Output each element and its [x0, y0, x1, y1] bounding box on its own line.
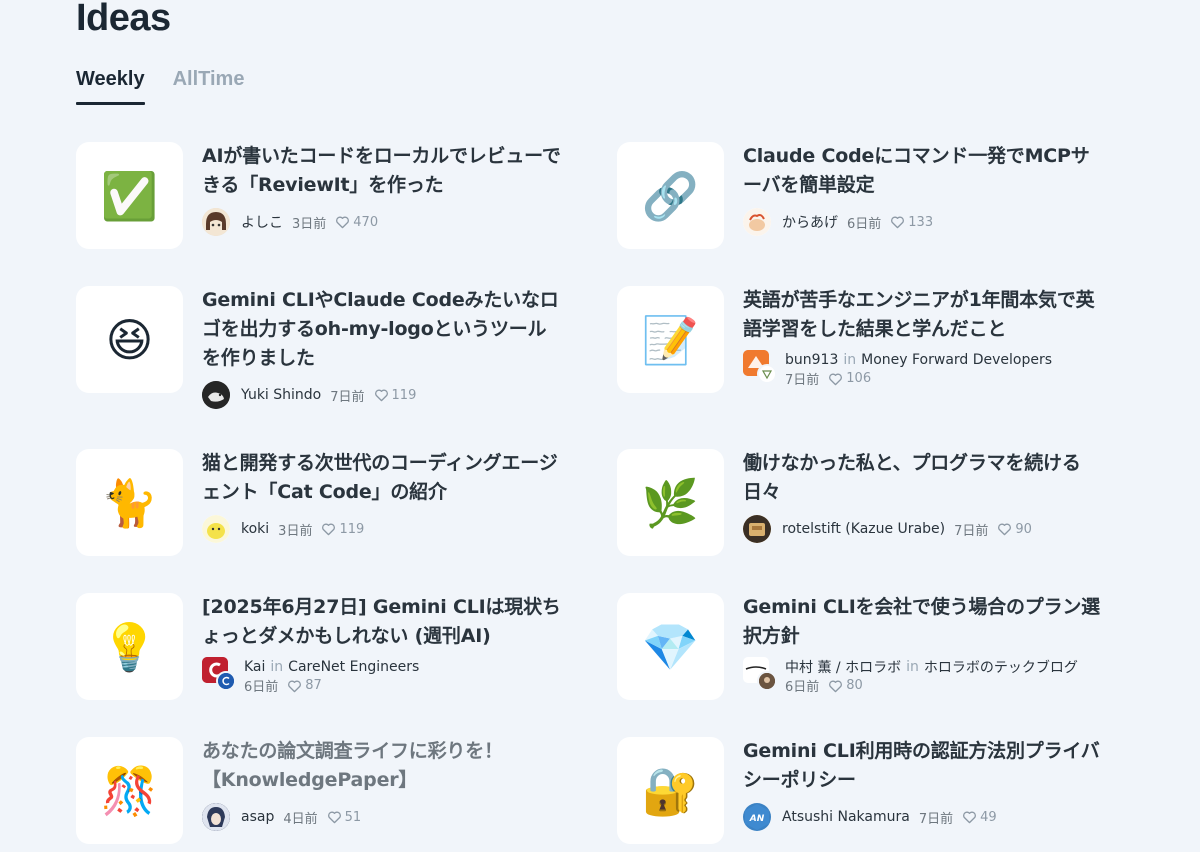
- article-card[interactable]: 🔗 Claude Codeにコマンド一発でMCPサーバを簡単設定 からあげ 6日…: [617, 142, 1117, 252]
- author-name[interactable]: Yuki Shindo: [241, 387, 321, 403]
- article-title[interactable]: 猫と開発する次世代のコーディングエージェント「Cat Code」の紹介: [202, 449, 562, 507]
- published-date: 3日前: [292, 216, 327, 232]
- article-title[interactable]: Claude Codeにコマンド一発でMCPサーバを簡単設定: [743, 142, 1103, 200]
- heart-icon: [288, 680, 302, 692]
- link-icon: 🔗: [617, 142, 724, 249]
- likes-count: 470: [335, 215, 378, 230]
- published-date: 6日前: [847, 216, 882, 232]
- avatar[interactable]: [202, 803, 230, 831]
- published-date: 6日前: [785, 680, 820, 695]
- published-date: 6日前: [244, 680, 279, 695]
- avatar[interactable]: [202, 515, 230, 543]
- tab-bar: Weekly AllTime: [76, 64, 272, 106]
- confetti-ball-icon: 🎊: [76, 737, 183, 844]
- likes-count: 51: [327, 810, 361, 825]
- avatar[interactable]: AN: [743, 803, 771, 831]
- author-name[interactable]: よしこ: [241, 212, 283, 232]
- author-name[interactable]: rotelstift (Kazue Urabe): [782, 521, 945, 537]
- likes-count: 119: [374, 388, 416, 403]
- heart-icon: [829, 680, 843, 692]
- publication-logo[interactable]: [202, 657, 236, 691]
- publication-name[interactable]: ホロラボのテックブログ: [924, 657, 1078, 677]
- author-name[interactable]: Atsushi Nakamura: [782, 809, 910, 825]
- author-name[interactable]: からあげ: [782, 212, 838, 232]
- likes-count: 106: [828, 371, 871, 386]
- published-date: 7日前: [785, 373, 820, 388]
- heart-icon: [963, 811, 977, 824]
- publication-logo[interactable]: [743, 657, 777, 691]
- article-title[interactable]: 英語が苦手なエンジニアが1年間本気で英語学習をした結果と学んだこと: [743, 286, 1103, 344]
- publication-logo[interactable]: [743, 350, 777, 384]
- likes-count: 80: [828, 678, 863, 693]
- heart-icon: [322, 523, 336, 536]
- article-card[interactable]: 🔐 Gemini CLI利用時の認証方法別プライバシーポリシー AN Atsus…: [617, 737, 1117, 847]
- article-title[interactable]: Gemini CLIを会社で使う場合のプラン選択方針: [743, 593, 1103, 651]
- memo-icon: 📝: [617, 286, 724, 393]
- article-card[interactable]: 😆 Gemini CLIやClaude Codeみたいなロゴを出力するoh-my…: [76, 286, 576, 409]
- author-name[interactable]: asap: [241, 809, 274, 825]
- in-label: in: [843, 351, 857, 368]
- cat-icon: 🐈: [76, 449, 183, 556]
- article-title[interactable]: Gemini CLIやClaude Codeみたいなロゴを出力するoh-my-l…: [202, 286, 562, 373]
- article-card[interactable]: 🐈 猫と開発する次世代のコーディングエージェント「Cat Code」の紹介 ko…: [76, 449, 576, 559]
- author-name[interactable]: bun913: [785, 352, 838, 368]
- avatar[interactable]: [202, 208, 230, 236]
- article-card[interactable]: 💡 [2025年6月27日] Gemini CLIは現状ちょっとダメかもしれない…: [76, 593, 576, 703]
- author-name[interactable]: Kai: [244, 659, 265, 675]
- published-date: 7日前: [330, 389, 365, 405]
- laughing-face-icon: 😆: [76, 286, 183, 393]
- in-label: in: [906, 658, 919, 675]
- avatar[interactable]: [202, 381, 230, 409]
- avatar: [757, 671, 777, 691]
- lock-with-key-icon: 🔐: [617, 737, 724, 844]
- likes-count: 87: [287, 678, 322, 693]
- heart-icon: [998, 523, 1012, 536]
- heart-icon: [891, 216, 905, 229]
- heart-icon: [327, 811, 341, 824]
- avatar: [757, 364, 777, 384]
- likes-count: 49: [962, 810, 997, 825]
- article-title[interactable]: あなたの論文調査ライフに彩りを！【KnowledgePaper】: [202, 737, 562, 795]
- page-title: Ideas: [76, 0, 171, 39]
- article-card[interactable]: 💎 Gemini CLIを会社で使う場合のプラン選択方針 中村 薫 / ホロラボ…: [617, 593, 1117, 703]
- check-mark-icon: ✅: [76, 142, 183, 249]
- published-date: 7日前: [954, 523, 989, 539]
- in-label: in: [270, 658, 284, 675]
- article-card[interactable]: 🌿 働けなかった私と、プログラマを続ける日々 rotelstift (Kazue…: [617, 449, 1117, 559]
- article-card[interactable]: ✅ AIが書いたコードをローカルでレビューできる「ReviewIt」を作った よ…: [76, 142, 576, 252]
- gem-icon: 💎: [617, 593, 724, 700]
- published-date: 3日前: [278, 523, 313, 539]
- article-card[interactable]: 📝 英語が苦手なエンジニアが1年間本気で英語学習をした結果と学んだこと bun9…: [617, 286, 1117, 396]
- heart-icon: [374, 389, 388, 402]
- tab-alltime[interactable]: AllTime: [173, 64, 245, 106]
- article-title[interactable]: AIが書いたコードをローカルでレビューできる「ReviewIt」を作った: [202, 142, 562, 200]
- likes-count: 119: [321, 522, 364, 537]
- published-date: 7日前: [918, 811, 954, 827]
- published-date: 4日前: [283, 811, 318, 827]
- heart-icon: [829, 373, 843, 385]
- avatar[interactable]: [743, 515, 771, 543]
- likes-count: 90: [997, 522, 1032, 537]
- article-title[interactable]: 働けなかった私と、プログラマを続ける日々: [743, 449, 1103, 507]
- herb-icon: 🌿: [617, 449, 724, 556]
- tab-weekly[interactable]: Weekly: [76, 64, 145, 106]
- light-bulb-icon: 💡: [76, 593, 183, 700]
- publication-name[interactable]: CareNet Engineers: [288, 659, 419, 675]
- article-title[interactable]: [2025年6月27日] Gemini CLIは現状ちょっとダメかもしれない (…: [202, 593, 562, 651]
- avatar: [216, 671, 236, 691]
- heart-icon: [336, 216, 350, 229]
- publication-name[interactable]: Money Forward Developers: [861, 352, 1052, 368]
- likes-count: 133: [890, 215, 933, 230]
- author-name[interactable]: koki: [241, 521, 269, 537]
- author-name[interactable]: 中村 薫 / ホロラボ: [785, 657, 901, 677]
- article-card[interactable]: 🎊 あなたの論文調査ライフに彩りを！【KnowledgePaper】 asap …: [76, 737, 576, 847]
- avatar[interactable]: [743, 208, 771, 236]
- article-title[interactable]: Gemini CLI利用時の認証方法別プライバシーポリシー: [743, 737, 1103, 795]
- svg-text:AN: AN: [749, 814, 765, 824]
